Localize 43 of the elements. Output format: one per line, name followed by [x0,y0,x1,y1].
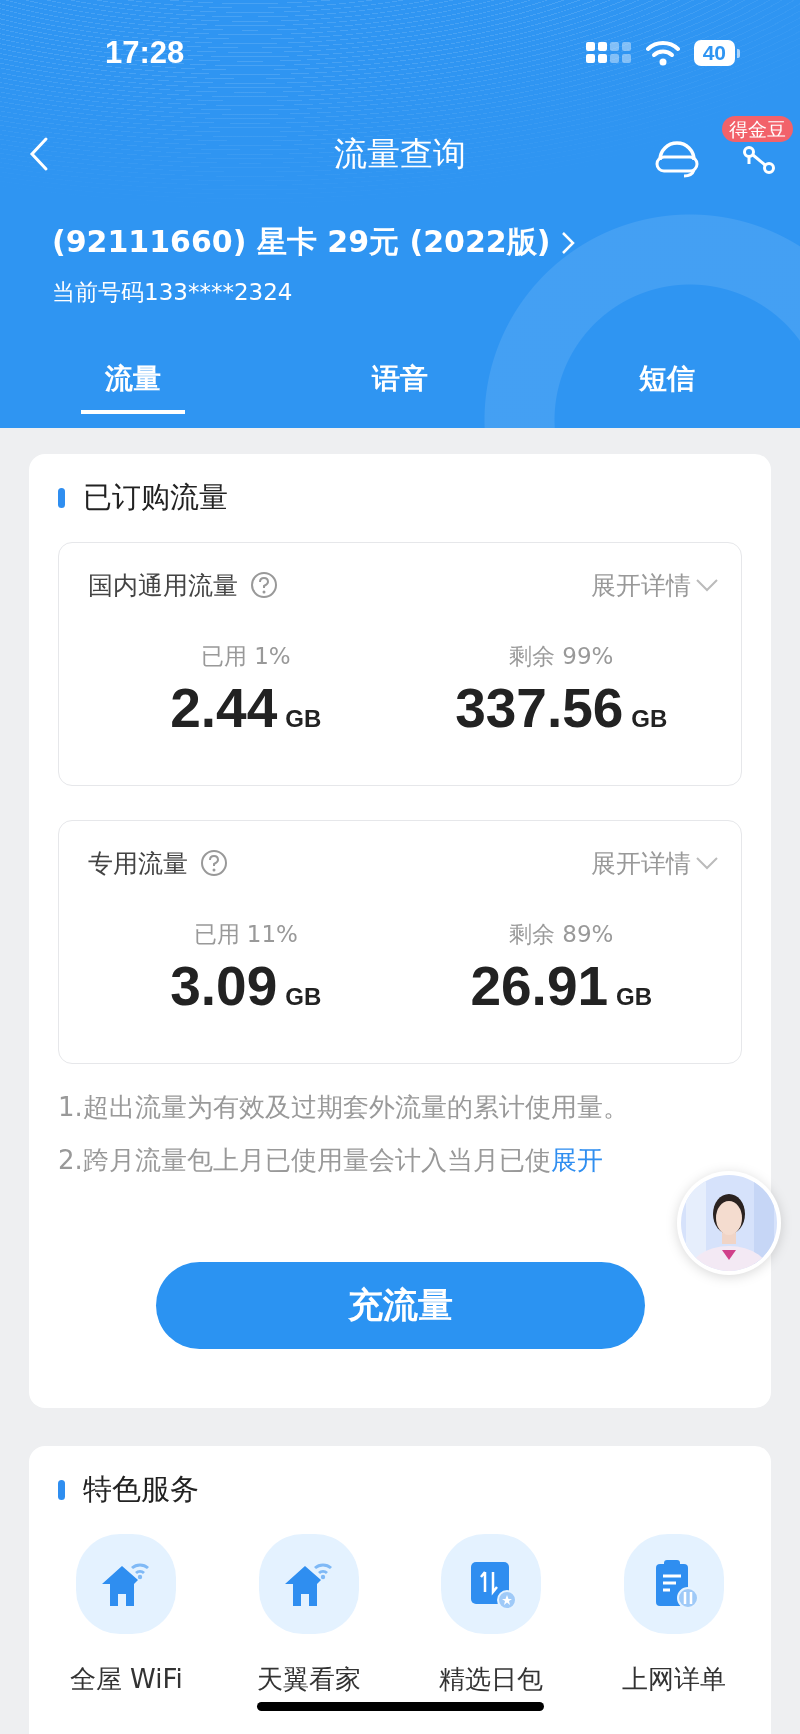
help-icon[interactable] [200,849,228,877]
remaining-amount: 26.91 [470,954,609,1018]
help-icon[interactable] [250,571,278,599]
tab[interactable]: 短信 [614,360,719,414]
usage-name: 国内通用流量 [88,569,238,602]
tab[interactable]: 流量 [81,360,186,414]
remaining-label: 剩余 99% [509,642,614,671]
note-text: 1.超出流量为有效及过期套外流量的累计使用量。 [58,1091,629,1124]
signal-icon [585,41,632,65]
chevron-down-icon [695,856,719,870]
section-marker [58,488,65,508]
unit-label: GB [285,983,322,1011]
page-title: 流量查询 [333,133,467,175]
used-amount: 3.09 [170,954,278,1018]
used-amount: 2.44 [170,676,278,740]
phone-number: 当前号码133****2324 [52,278,294,307]
unit-label: GB [631,705,668,733]
status-time: 17:28 [105,35,185,71]
note-text: 2.跨月流量包上月已使用量会计入当月已使 [58,1144,551,1177]
service-item[interactable]: 天翼看家 [217,1534,400,1697]
expand-details-link[interactable]: 展开详情 [591,846,719,880]
chevron-down-icon [695,578,719,592]
remaining-label: 剩余 89% [509,920,614,949]
usage-name: 专用流量 [88,847,188,880]
service-item[interactable]: 全屋 WiFi [35,1534,218,1697]
expand-link[interactable]: 展开 [550,1143,603,1178]
used-label: 已用 1% [200,642,291,671]
unit-label: GB [285,705,322,733]
unit-label: GB [616,983,653,1011]
back-icon[interactable] [28,136,50,172]
section-title: 特色服务 [83,1471,199,1508]
section-title: 已订购流量 [83,479,228,516]
tab[interactable]: 语音 [348,360,452,414]
wifi-icon [645,40,680,66]
used-label: 已用 11% [193,920,298,949]
plan-name-link[interactable]: (92111660) 星卡 29元 (2022版) [52,222,800,263]
service-item[interactable]: 精选日包 [400,1534,583,1697]
expand-details-link[interactable]: 展开详情 [591,568,719,602]
reward-badge[interactable]: 得金豆 [722,116,793,142]
remaining-amount: 337.56 [455,676,624,740]
section-marker [58,1480,65,1500]
service-item[interactable]: 上网详单 [582,1534,765,1697]
recharge-button[interactable]: 充流量 [155,1262,645,1349]
